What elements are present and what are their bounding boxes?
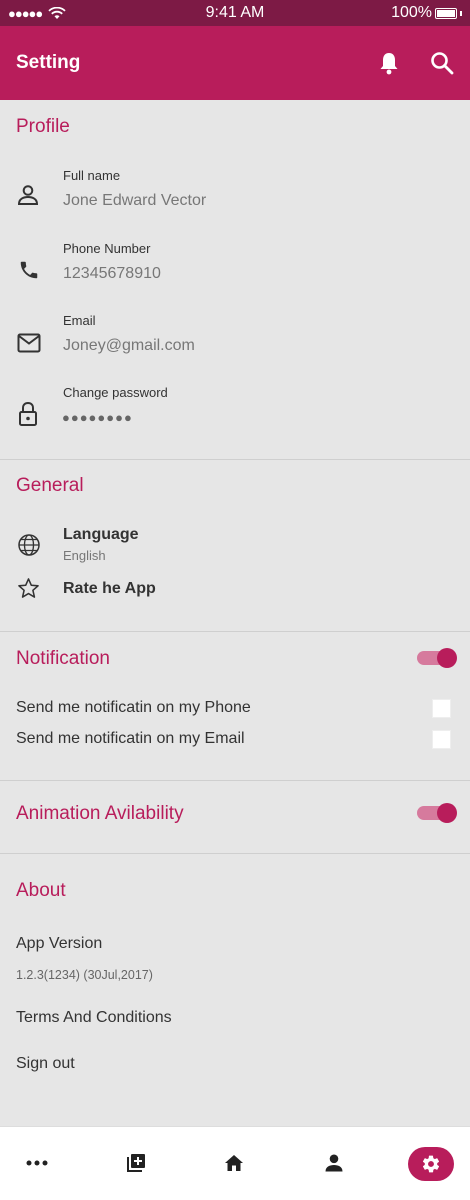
divider bbox=[0, 631, 470, 632]
app-version-value: 1.2.3(1234) (30Jul,2017) bbox=[16, 968, 153, 982]
phone-icon bbox=[20, 261, 38, 279]
section-title-about: About bbox=[16, 880, 66, 901]
language-label[interactable]: Language bbox=[63, 526, 139, 544]
star-icon bbox=[18, 578, 39, 598]
app-bar: Setting bbox=[0, 26, 470, 100]
phone-number-label: Phone Number bbox=[63, 241, 151, 256]
battery-icon bbox=[435, 7, 457, 19]
nav-account[interactable] bbox=[314, 1145, 354, 1181]
signal-strength-icon: ●●●●● bbox=[8, 5, 43, 21]
account-icon bbox=[325, 1154, 343, 1172]
divider bbox=[0, 780, 470, 781]
notify-phone-label: Send me notificatin on my Phone bbox=[16, 699, 251, 716]
bell-icon[interactable] bbox=[378, 51, 400, 75]
add-library-icon bbox=[127, 1154, 145, 1172]
section-title-animation: Animation Avilability bbox=[16, 803, 184, 824]
divider bbox=[0, 459, 470, 460]
notify-email-checkbox[interactable] bbox=[432, 730, 451, 749]
email-label: Email bbox=[63, 313, 96, 328]
sign-out-button[interactable]: Sign out bbox=[16, 1055, 75, 1073]
section-title-notification: Notification bbox=[16, 648, 110, 669]
lock-icon bbox=[19, 401, 37, 426]
search-icon[interactable] bbox=[430, 51, 454, 75]
section-title-profile: Profile bbox=[16, 116, 70, 137]
notification-toggle[interactable] bbox=[417, 647, 457, 669]
section-title-general: General bbox=[16, 475, 84, 496]
status-bar: ●●●●● 9:41 AM 100% bbox=[0, 0, 470, 26]
wifi-icon bbox=[48, 6, 66, 19]
terms-link[interactable]: Terms And Conditions bbox=[16, 1009, 172, 1027]
phone-number-value[interactable]: 12345678910 bbox=[63, 265, 161, 283]
battery-percent: 100% bbox=[391, 4, 432, 21]
rate-app-label[interactable]: Rate he App bbox=[63, 580, 156, 598]
globe-icon bbox=[18, 534, 40, 556]
home-icon bbox=[225, 1155, 243, 1171]
person-icon bbox=[17, 185, 39, 205]
notify-phone-checkbox[interactable] bbox=[432, 699, 451, 718]
change-password-label: Change password bbox=[63, 385, 168, 400]
language-value: English bbox=[63, 548, 106, 563]
nav-more[interactable] bbox=[17, 1145, 57, 1181]
password-value[interactable]: ●●●●●●●● bbox=[62, 410, 133, 425]
nav-home[interactable] bbox=[214, 1145, 254, 1181]
more-icon bbox=[26, 1160, 48, 1166]
animation-toggle[interactable] bbox=[417, 802, 457, 824]
settings-icon bbox=[422, 1155, 440, 1173]
nav-add-library[interactable] bbox=[116, 1145, 156, 1181]
app-version-label: App Version bbox=[16, 935, 103, 952]
bottom-navigation bbox=[0, 1126, 470, 1200]
notify-email-label: Send me notificatin on my Email bbox=[16, 730, 245, 747]
email-value[interactable]: Joney@gmail.com bbox=[63, 337, 195, 355]
full-name-label: Full name bbox=[63, 168, 121, 183]
mail-icon bbox=[17, 333, 41, 353]
page-title: Setting bbox=[16, 52, 81, 73]
full-name-value[interactable]: Jone Edward Vector bbox=[63, 192, 206, 210]
divider bbox=[0, 853, 470, 854]
nav-settings[interactable] bbox=[408, 1147, 454, 1181]
